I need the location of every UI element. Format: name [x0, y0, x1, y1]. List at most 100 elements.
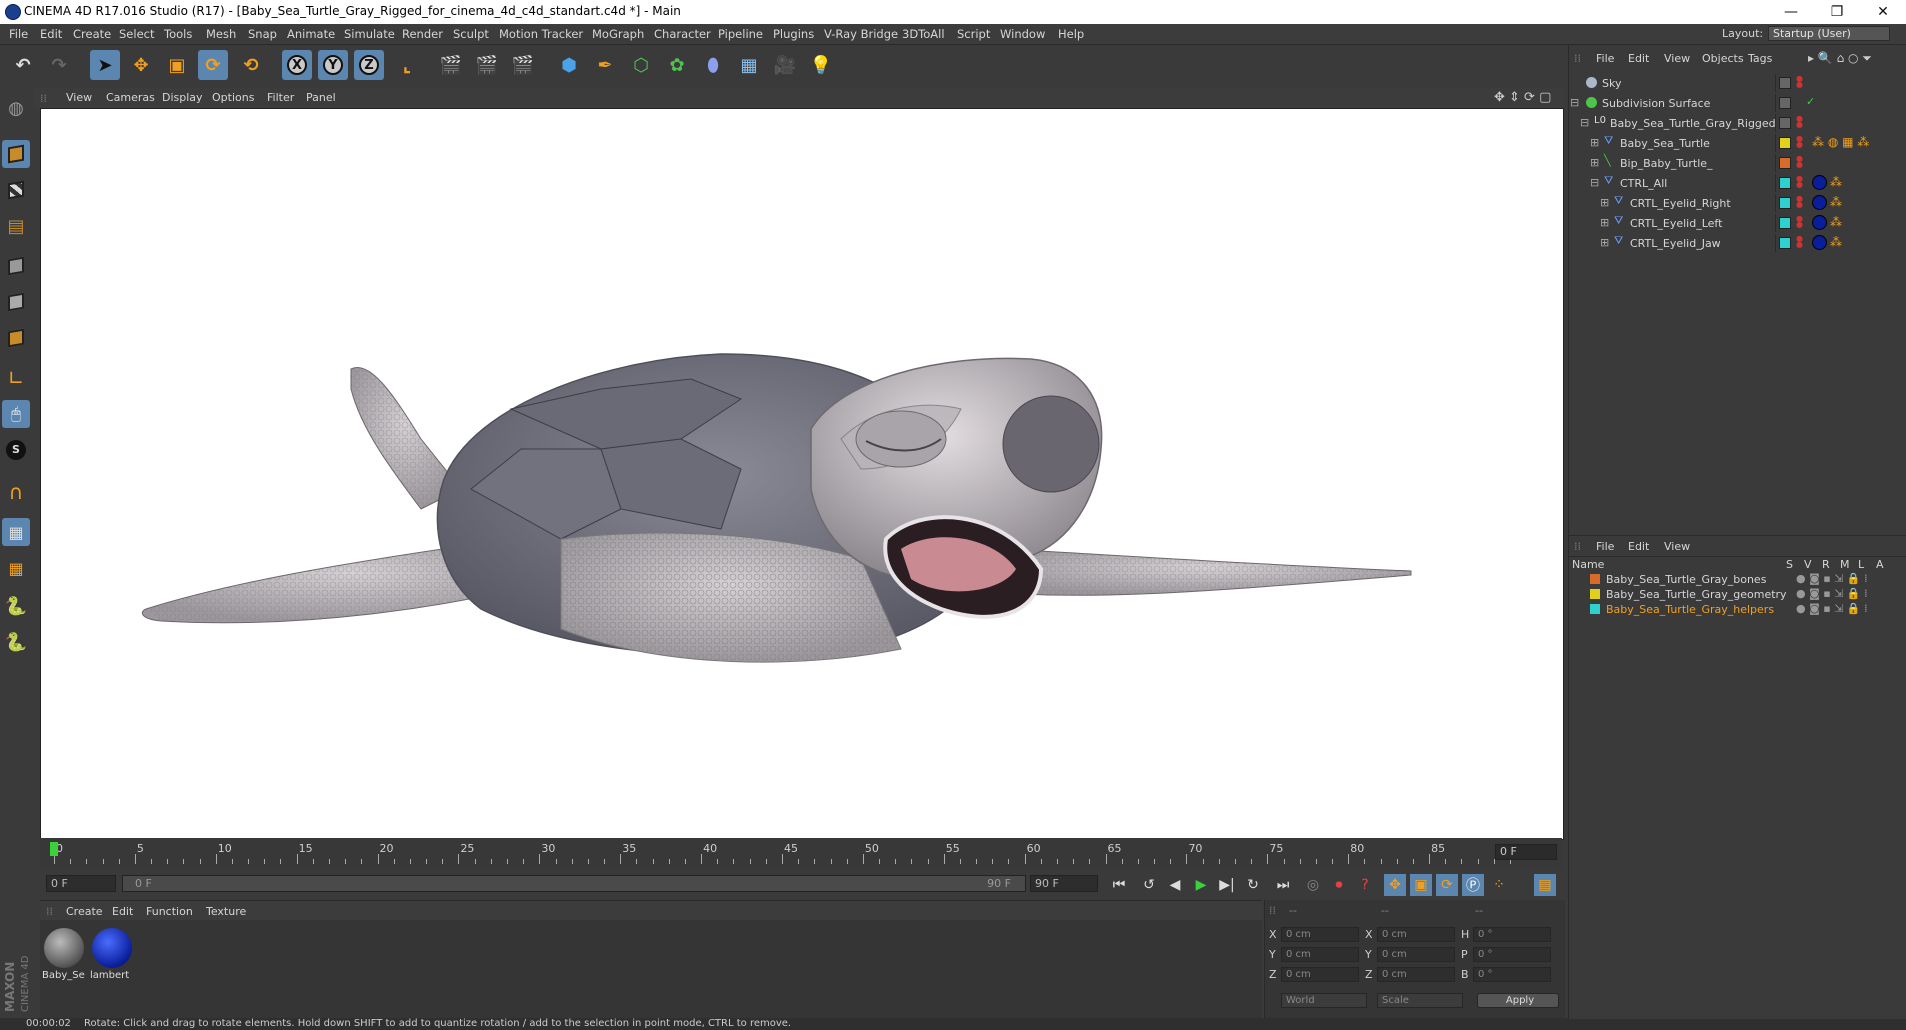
material-tag-icon[interactable]: [1812, 195, 1827, 210]
layer-swatch[interactable]: [1779, 237, 1791, 249]
menu-window[interactable]: Window: [1000, 27, 1045, 41]
menu-file[interactable]: File: [9, 27, 28, 41]
render-view-icon[interactable]: 🎬: [436, 50, 466, 80]
menu-create[interactable]: Create: [73, 27, 111, 41]
play-forward-icon[interactable]: ▶: [1190, 874, 1212, 896]
menu-animate[interactable]: Animate: [287, 27, 335, 41]
menu-3dtoall[interactable]: 3DToAll: [902, 27, 945, 41]
menu-select[interactable]: Select: [119, 27, 154, 41]
make-editable-icon[interactable]: ◍: [2, 94, 30, 122]
object-row-ctrl-all[interactable]: ⊟ ⛛ CTRL_All ● ● ⁂: [1570, 173, 1900, 193]
record-keys-icon[interactable]: ◎: [1302, 874, 1324, 896]
visibility-dots[interactable]: ● ●: [1796, 155, 1803, 169]
layer-swatch[interactable]: [1779, 77, 1791, 89]
viewport-menu-cameras[interactable]: Cameras: [106, 91, 155, 104]
workplane-mode-icon[interactable]: ▤: [2, 212, 30, 240]
subdivision-generator-icon[interactable]: ⬡: [626, 50, 656, 80]
size-x-field[interactable]: 0 cm: [1377, 927, 1455, 942]
go-to-end-icon[interactable]: ⏭: [1272, 874, 1294, 896]
layer-column-solo[interactable]: S: [1786, 558, 1793, 571]
menu-edit[interactable]: Edit: [40, 27, 62, 41]
material-tag-icon[interactable]: [1812, 235, 1827, 250]
visibility-dots[interactable]: ● ●: [1796, 175, 1803, 189]
key-scale-icon[interactable]: ▣: [1410, 874, 1432, 896]
layer-flag-icons[interactable]: ● ◙ ▪ ⇲ 🔒 ⁞: [1796, 587, 1868, 600]
previous-keyframe-icon[interactable]: ↺: [1138, 874, 1160, 896]
object-menu-tags[interactable]: Tags: [1748, 52, 1772, 65]
render-picture-viewer-icon[interactable]: 🎬: [472, 50, 502, 80]
layer-menu-view[interactable]: View: [1664, 540, 1690, 553]
menu-help[interactable]: Help: [1058, 27, 1084, 41]
end-frame-field[interactable]: 90 F: [1030, 875, 1098, 892]
snap-icon[interactable]: S: [2, 436, 30, 464]
world-dropdown[interactable]: World: [1281, 993, 1367, 1008]
material-menu-create[interactable]: Create: [66, 905, 103, 918]
lock-workplane-icon[interactable]: ▦: [2, 518, 30, 546]
menu-tools[interactable]: Tools: [164, 27, 192, 41]
next-frame-icon[interactable]: ▶|: [1216, 874, 1238, 896]
floor-scene-icon[interactable]: ▦: [734, 50, 764, 80]
viewport-menu-panel[interactable]: Panel: [306, 91, 336, 104]
python-script-2-icon[interactable]: 🐍: [2, 628, 30, 656]
x-axis-lock-icon[interactable]: X: [282, 50, 312, 80]
layer-swatch[interactable]: [1779, 157, 1791, 169]
redo-icon[interactable]: ↷: [44, 50, 74, 80]
layer-menu-edit[interactable]: Edit: [1628, 540, 1649, 553]
viewport-menu-view[interactable]: View: [66, 91, 92, 104]
axis-mode-icon[interactable]: ∟: [2, 364, 30, 392]
cube-primitive-icon[interactable]: ⬢: [554, 50, 584, 80]
points-mode-icon[interactable]: [2, 252, 30, 280]
expand-toggle-icon[interactable]: ⊞: [1590, 136, 1599, 149]
apply-button[interactable]: Apply: [1477, 993, 1559, 1008]
visibility-dots[interactable]: ● ●: [1796, 115, 1803, 129]
object-row-eyelid-jaw[interactable]: ⊞ ⛛ CRTL_Eyelid_Jaw ● ● ⁂: [1570, 233, 1900, 253]
layout-dropdown[interactable]: Startup (User): [1768, 26, 1890, 41]
viewport-menu-options[interactable]: Options: [212, 91, 254, 104]
layer-column-locked[interactable]: L: [1858, 558, 1864, 571]
material-menu-function[interactable]: Function: [146, 905, 193, 918]
visibility-dots[interactable]: ● ●: [1796, 235, 1803, 249]
layer-swatch[interactable]: [1779, 177, 1791, 189]
menu-plugins[interactable]: Plugins: [773, 27, 814, 41]
visibility-dots[interactable]: ● ●: [1796, 135, 1803, 149]
close-button[interactable]: ✕: [1860, 0, 1906, 24]
timeline-ruler[interactable]: 051015202530354045505560657075808590: [40, 838, 1562, 868]
material-menu-edit[interactable]: Edit: [112, 905, 133, 918]
viewport-navigation-icons[interactable]: ✥ ⇕ ⟳ ▢: [1494, 90, 1551, 105]
recent-tool-icon[interactable]: ⟲: [236, 50, 266, 80]
key-parameter-icon[interactable]: Ⓟ: [1462, 874, 1484, 896]
deformer-bend-icon[interactable]: ⬮: [698, 50, 728, 80]
layer-swatch[interactable]: [1779, 197, 1791, 209]
expression-tag-icon[interactable]: ⁂: [1830, 235, 1842, 249]
object-row-eyelid-left[interactable]: ⊞ ⛛ CRTL_Eyelid_Left ● ● ⁂: [1570, 213, 1900, 233]
auto-keying-icon[interactable]: ⏺: [1328, 874, 1350, 896]
material-menu-texture[interactable]: Texture: [206, 905, 246, 918]
viewport-menu-display[interactable]: Display: [162, 91, 203, 104]
menu-snap[interactable]: Snap: [248, 27, 277, 41]
magnet-icon[interactable]: ∩: [2, 478, 30, 506]
minimize-button[interactable]: —: [1768, 0, 1814, 24]
layer-swatch[interactable]: [1779, 97, 1791, 109]
expand-toggle-icon[interactable]: ⊞: [1600, 216, 1609, 229]
visibility-dots[interactable]: ● ●: [1796, 195, 1803, 209]
next-keyframe-icon[interactable]: ↻: [1242, 874, 1264, 896]
rotation-b-field[interactable]: 0 °: [1473, 967, 1551, 982]
expand-toggle-icon[interactable]: ⊟: [1590, 176, 1599, 189]
menu-vray-bridge[interactable]: V-Ray Bridge: [824, 27, 898, 41]
layer-column-render[interactable]: R: [1822, 558, 1830, 571]
position-x-field[interactable]: 0 cm: [1281, 927, 1359, 942]
go-to-start-icon[interactable]: ⏮: [1108, 874, 1130, 896]
object-row-rigged[interactable]: ⊟ L0 Baby_Sea_Turtle_Gray_Rigged ● ●: [1570, 113, 1900, 133]
position-z-field[interactable]: 0 cm: [1281, 967, 1359, 982]
current-frame-field[interactable]: 0 F: [1495, 844, 1557, 860]
object-menu-edit[interactable]: Edit: [1628, 52, 1649, 65]
material-tags-icons[interactable]: ⁂ ◍ ▦ ⁂: [1812, 135, 1869, 149]
planar-workplane-icon[interactable]: ▦: [2, 554, 30, 582]
enabled-check-icon[interactable]: ✓: [1806, 95, 1815, 108]
layer-flag-icons[interactable]: ● ◙ ▪ ⇲ 🔒 ⁞: [1796, 602, 1868, 615]
layer-menu-file[interactable]: File: [1596, 540, 1614, 553]
model-mode-icon[interactable]: [2, 140, 30, 168]
object-manager-toolbar-icons[interactable]: ▸ 🔍 ⌂ ○ ⏷: [1808, 51, 1872, 66]
menu-motion-tracker[interactable]: Motion Tracker: [499, 27, 583, 41]
undo-icon[interactable]: ↶: [8, 50, 38, 80]
